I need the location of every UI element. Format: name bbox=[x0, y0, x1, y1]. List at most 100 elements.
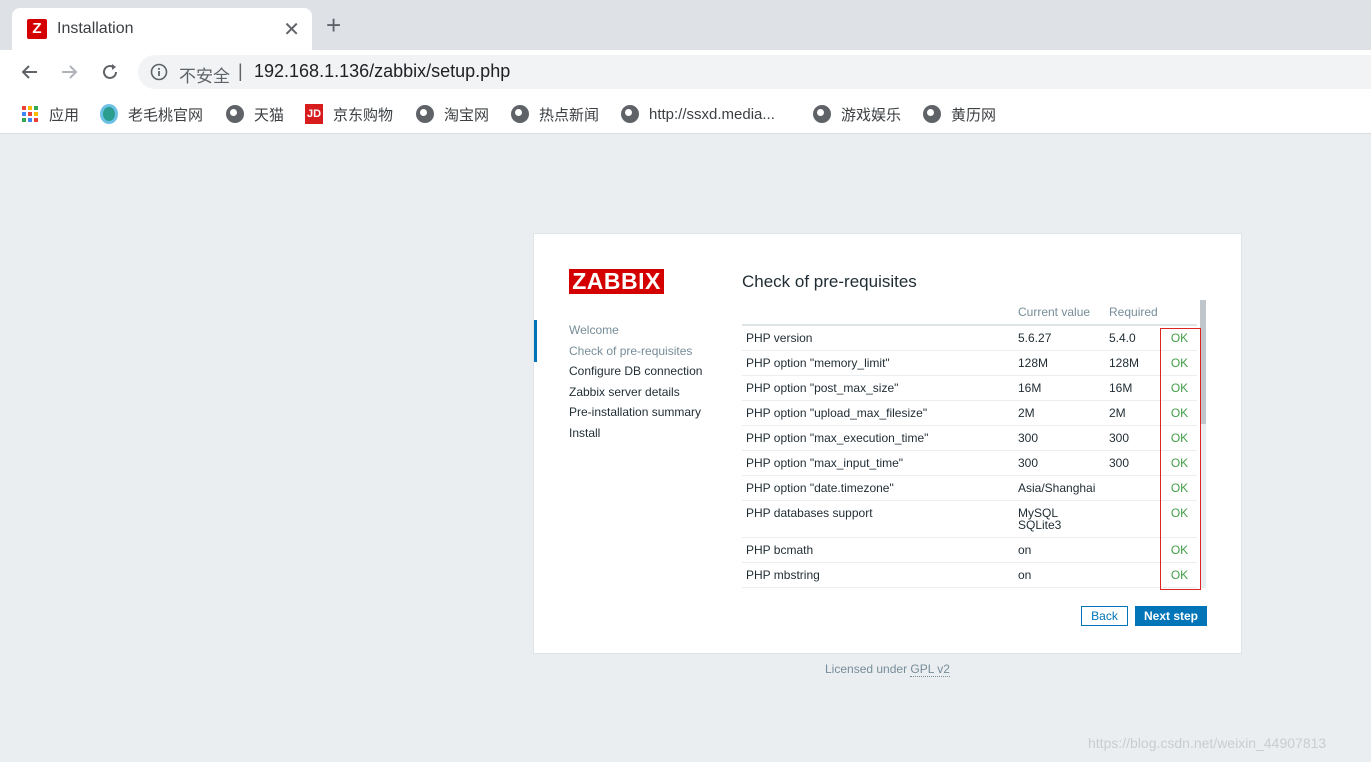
bookmark-games[interactable]: 游戏娱乐 bbox=[813, 94, 901, 134]
required-value: 128M bbox=[1105, 350, 1162, 376]
globe-icon bbox=[621, 105, 639, 123]
bookmark-calendar[interactable]: 黄历网 bbox=[923, 94, 996, 134]
bookmark-news[interactable]: 热点新闻 bbox=[511, 94, 599, 134]
prerequisites-scroll-area[interactable]: Current value Required PHP version 5.6.27… bbox=[742, 300, 1205, 592]
not-secure-label[interactable]: 不安全 bbox=[179, 62, 230, 87]
setup-steps: Welcome Check of pre-requisites Configur… bbox=[534, 320, 724, 444]
bookmark-apps[interactable]: 应用 bbox=[21, 94, 79, 134]
table-row: PHP option "mbstring.func_overload"offof… bbox=[742, 587, 1197, 592]
url-text[interactable]: 192.168.1.136/zabbix/setup.php bbox=[254, 61, 510, 82]
page-title: Check of pre-requisites bbox=[742, 272, 917, 291]
current-value: 2M bbox=[1018, 406, 1035, 420]
status-ok: OK bbox=[1162, 450, 1197, 476]
table-scrollbar[interactable] bbox=[1200, 300, 1206, 588]
step-preinstall-summary: Pre-installation summary bbox=[569, 405, 702, 420]
browser-tab[interactable]: Z Installation ✕ bbox=[12, 8, 312, 50]
status-ok: OK bbox=[1162, 587, 1197, 592]
table-row: PHP option "max_input_time" 300 300 OK bbox=[742, 450, 1197, 476]
status-ok: OK bbox=[1162, 425, 1197, 451]
next-step-button[interactable]: Next step bbox=[1135, 606, 1207, 626]
bookmark-tmall[interactable]: 天猫 bbox=[226, 94, 284, 134]
reload-icon[interactable] bbox=[97, 59, 123, 85]
step-install: Install bbox=[569, 425, 601, 440]
zabbix-logo: ZABBIX bbox=[569, 269, 664, 294]
apps-icon bbox=[21, 105, 39, 123]
required-value bbox=[1105, 500, 1162, 538]
step-welcome: Welcome bbox=[569, 323, 619, 337]
required-value bbox=[1105, 562, 1162, 588]
bookmark-label: 京东购物 bbox=[333, 106, 394, 124]
requirement-name: PHP option "mbstring.func_overload" bbox=[742, 587, 1014, 592]
requirement-name: PHP option "max_input_time" bbox=[742, 450, 1014, 476]
bookmark-taobao[interactable]: 淘宝网 bbox=[416, 94, 489, 134]
required-value: 300 bbox=[1105, 450, 1162, 476]
bookmark-label: 热点新闻 bbox=[539, 106, 600, 124]
requirement-name: PHP bcmath bbox=[742, 537, 1014, 563]
header-name bbox=[742, 300, 1014, 326]
table-row: PHP databases support MySQL SQLite3 OK bbox=[742, 500, 1197, 538]
bookmark-label: 应用 bbox=[49, 106, 80, 124]
browser-toolbar: 不安全 | 192.168.1.136/zabbix/setup.php bbox=[0, 50, 1371, 94]
bookmark-label: 淘宝网 bbox=[444, 106, 490, 124]
table-row: PHP version 5.6.27 5.4.0 OK bbox=[742, 325, 1197, 351]
current-value-cell: MySQL SQLite3 bbox=[1014, 500, 1105, 538]
table-row: PHP bcmath on OK bbox=[742, 537, 1197, 563]
required-value: 16M bbox=[1105, 375, 1162, 401]
bookmark-laomaotao[interactable]: 老毛桃官网 bbox=[100, 94, 203, 134]
bookmark-jd[interactable]: JD 京东购物 bbox=[305, 94, 393, 134]
globe-icon bbox=[226, 105, 244, 123]
requirement-name: PHP option "date.timezone" bbox=[742, 475, 1014, 501]
status-ok: OK bbox=[1162, 325, 1197, 351]
current-value-cell: Asia/Shanghai bbox=[1014, 475, 1105, 501]
license-footer: Licensed under GPL v2 bbox=[533, 662, 1242, 677]
requirement-name: PHP option "upload_max_filesize" bbox=[742, 400, 1014, 426]
status-ok: OK bbox=[1162, 500, 1197, 538]
setup-card: ZABBIX Welcome Check of pre-requisites C… bbox=[533, 233, 1242, 654]
new-tab-plus-icon[interactable]: + bbox=[326, 12, 341, 38]
table-row: PHP option "memory_limit" 128M 128M OK bbox=[742, 350, 1197, 376]
tab-title: Installation bbox=[57, 20, 134, 37]
current-value: SQLite3 bbox=[1018, 518, 1062, 532]
bookmark-ssxd[interactable]: http://ssxd.media... bbox=[621, 94, 775, 134]
current-value-cell: on bbox=[1014, 562, 1105, 588]
back-button[interactable]: Back bbox=[1081, 606, 1128, 626]
current-value: on bbox=[1018, 543, 1032, 557]
status-ok: OK bbox=[1162, 375, 1197, 401]
current-value-cell: 16M bbox=[1014, 375, 1105, 401]
license-text: Licensed under bbox=[825, 662, 911, 676]
table-row: PHP option "post_max_size" 16M 16M OK bbox=[742, 375, 1197, 401]
zabbix-favicon-icon: Z bbox=[27, 19, 47, 39]
globe-icon bbox=[813, 105, 831, 123]
address-bar[interactable]: 不安全 | 192.168.1.136/zabbix/setup.php bbox=[138, 55, 1371, 89]
step-check-prerequisites: Check of pre-requisites bbox=[534, 320, 724, 362]
status-ok: OK bbox=[1162, 400, 1197, 426]
table-row: PHP option "date.timezone" Asia/Shanghai O… bbox=[742, 475, 1197, 501]
requirement-name: PHP option "memory_limit" bbox=[742, 350, 1014, 376]
header-current-value: Current value bbox=[1014, 300, 1105, 326]
laomaotao-icon bbox=[100, 104, 118, 124]
bookmark-label: http://ssxd.media... bbox=[649, 105, 775, 123]
table-row: PHP option "upload_max_filesize" 2M 2M OK bbox=[742, 400, 1197, 426]
bookmark-label: 黄历网 bbox=[951, 106, 997, 124]
step-server-details: Zabbix server details bbox=[569, 384, 680, 399]
prerequisites-table: Current value Required PHP version 5.6.27… bbox=[742, 300, 1197, 592]
omnibox-separator: | bbox=[238, 61, 243, 81]
browser-tabstrip: Z Installation ✕ + bbox=[0, 0, 1371, 50]
back-arrow-icon[interactable] bbox=[17, 59, 43, 85]
required-value: 300 bbox=[1105, 425, 1162, 451]
table-row: PHP option "max_execution_time" 300 300 OK bbox=[742, 425, 1197, 451]
current-value: 300 bbox=[1018, 431, 1039, 445]
required-value: 2M bbox=[1105, 400, 1162, 426]
scrollbar-thumb[interactable] bbox=[1200, 300, 1206, 424]
current-value-cell: off bbox=[1014, 587, 1105, 592]
status-ok: OK bbox=[1162, 562, 1197, 588]
current-value: on bbox=[1018, 568, 1032, 582]
jd-icon: JD bbox=[305, 104, 323, 124]
header-status bbox=[1162, 300, 1197, 326]
globe-icon bbox=[511, 105, 529, 123]
info-circle-icon[interactable] bbox=[150, 63, 168, 86]
gpl-link[interactable]: GPL v2 bbox=[910, 662, 950, 677]
forward-arrow-icon[interactable] bbox=[56, 59, 82, 85]
status-ok: OK bbox=[1162, 475, 1197, 501]
tab-close-icon[interactable]: ✕ bbox=[283, 17, 300, 42]
